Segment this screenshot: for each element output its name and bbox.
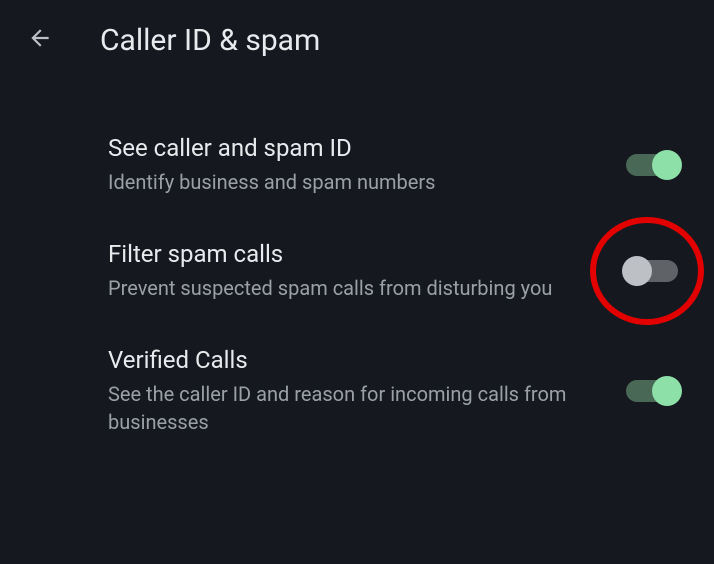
setting-text: Filter spam calls Prevent suspected spam… [108, 240, 626, 302]
toggle-verified-calls[interactable] [626, 380, 678, 402]
toggle-thumb [622, 256, 652, 286]
setting-text: See caller and spam ID Identify business… [108, 134, 626, 196]
setting-verified-calls[interactable]: Verified Calls See the caller ID and rea… [0, 324, 714, 458]
toggle-thumb [652, 376, 682, 406]
setting-title: Filter spam calls [108, 240, 602, 268]
setting-see-caller-spam-id[interactable]: See caller and spam ID Identify business… [0, 112, 714, 218]
setting-text: Verified Calls See the caller ID and rea… [108, 346, 626, 436]
setting-description: Identify business and spam numbers [108, 168, 602, 196]
setting-description: Prevent suspected spam calls from distur… [108, 274, 602, 302]
setting-description: See the caller ID and reason for incomin… [108, 380, 602, 436]
setting-title: Verified Calls [108, 346, 602, 374]
setting-filter-spam-calls[interactable]: Filter spam calls Prevent suspected spam… [0, 218, 714, 324]
toggle-filter-spam-calls[interactable] [626, 260, 678, 282]
back-button[interactable] [16, 16, 64, 64]
header-bar: Caller ID & spam [0, 0, 714, 80]
page-title: Caller ID & spam [100, 23, 320, 58]
settings-list: See caller and spam ID Identify business… [0, 80, 714, 458]
toggle-thumb [652, 150, 682, 180]
toggle-see-caller-spam-id[interactable] [626, 154, 678, 176]
setting-title: See caller and spam ID [108, 134, 602, 162]
arrow-left-icon [27, 25, 53, 55]
